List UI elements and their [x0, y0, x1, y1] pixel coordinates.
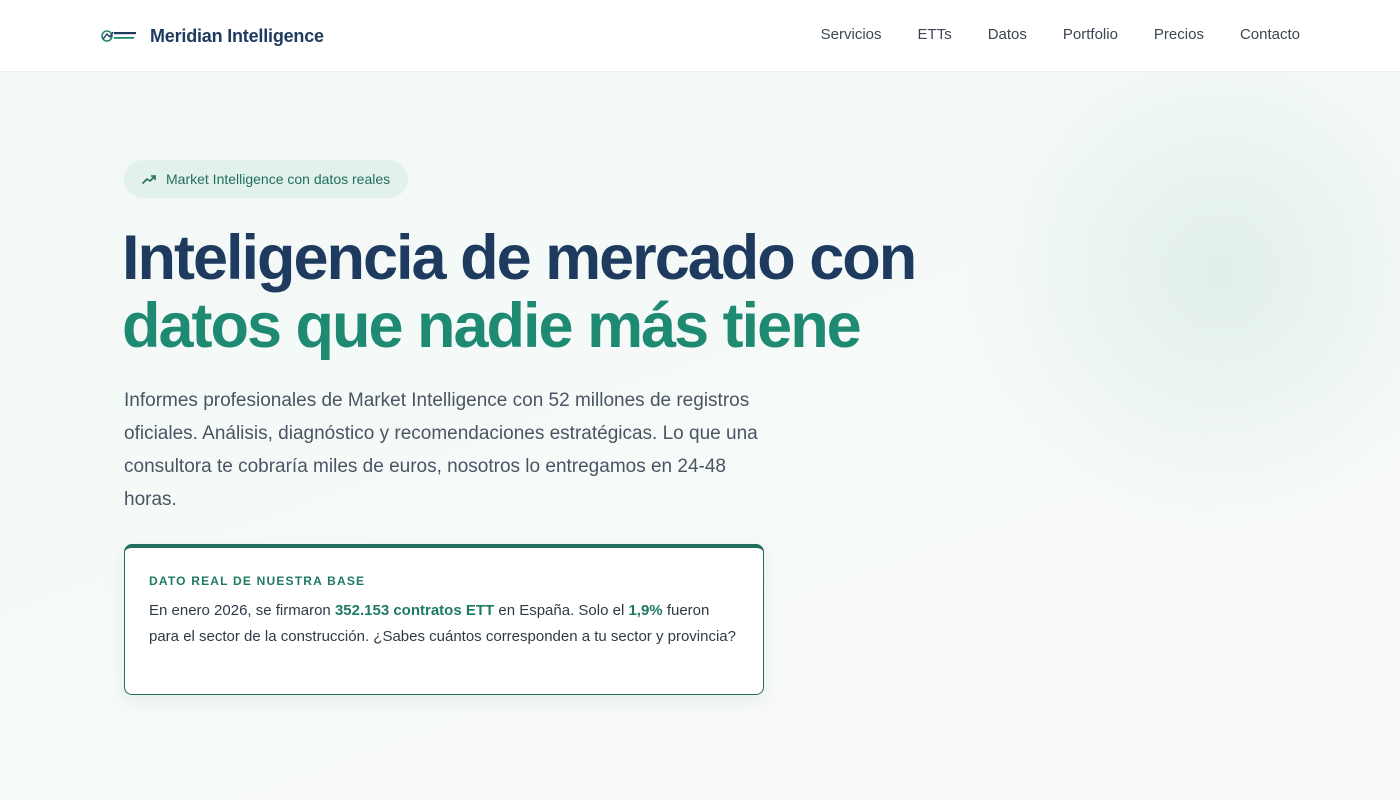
- headline-line-2: datos que nadie más tiene: [122, 291, 862, 361]
- nav-contacto[interactable]: Contacto: [1240, 26, 1300, 43]
- trending-up-icon: [142, 172, 156, 186]
- hero-description: Informes profesionales de Market Intelli…: [124, 390, 758, 510]
- brand-name: Meridian Intelligence: [150, 25, 324, 46]
- nav-portfolio[interactable]: Portfolio: [1063, 26, 1118, 43]
- nav-datos[interactable]: Datos: [988, 26, 1027, 43]
- hero-section: Market Intelligence con datos reales Int…: [0, 72, 1400, 800]
- nav-precios[interactable]: Precios: [1154, 26, 1204, 43]
- nav-etts[interactable]: ETTs: [918, 26, 952, 43]
- fact-text-part-2: en España. Solo el: [494, 602, 629, 619]
- hero-headline: Inteligencia de mercado con datos que na…: [122, 224, 1022, 360]
- fact-card: DATO REAL DE NUESTRA BASE En enero 2026,…: [124, 544, 764, 695]
- fact-text-part-1: En enero 2026, se firmaron: [149, 602, 335, 619]
- hero-badge: Market Intelligence con datos reales: [124, 160, 409, 198]
- nav-servicios[interactable]: Servicios: [821, 26, 882, 43]
- fact-card-label: DATO REAL DE NUESTRA BASE: [149, 574, 366, 588]
- background-glow: [960, 72, 1400, 532]
- top-navbar: Meridian Intelligence Servicios ETTs Dat…: [0, 0, 1400, 72]
- fact-highlight-contracts: 352.153 contratos ETT: [334, 602, 495, 619]
- meridian-logo: [100, 26, 138, 46]
- hero-badge-text: Market Intelligence con datos reales: [166, 171, 391, 187]
- main-nav: Servicios ETTs Datos Portfolio Precios C…: [821, 26, 1300, 43]
- fact-highlight-percent: 1,9%: [628, 602, 663, 619]
- fact-card-text: En enero 2026, se firmaron 352.153 contr…: [149, 598, 739, 650]
- headline-line-1: Inteligencia de mercado con: [122, 223, 917, 293]
- brand[interactable]: Meridian Intelligence: [100, 22, 324, 50]
